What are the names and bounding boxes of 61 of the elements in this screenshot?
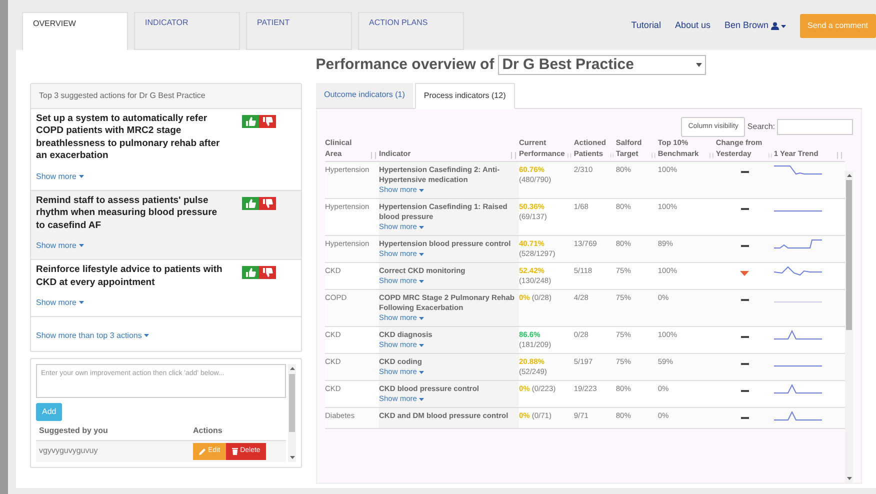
trash-icon (232, 448, 238, 455)
show-more-link[interactable]: Show more (36, 298, 84, 307)
search-label: Search: (747, 120, 775, 133)
page-title: Performance overview of (316, 55, 494, 75)
thumbs-down-icon[interactable] (259, 196, 276, 210)
caret-icon (78, 174, 84, 178)
thumbs-up-icon[interactable] (242, 266, 259, 279)
caret-icon (419, 252, 424, 256)
caret-icon (78, 244, 84, 248)
scroll-up-icon[interactable] (290, 367, 294, 370)
caret-icon (696, 63, 702, 68)
caret-icon (419, 316, 424, 320)
trend-sparkline (774, 411, 822, 421)
scroll-down-icon[interactable] (846, 477, 852, 480)
caret-icon (144, 334, 150, 338)
show-more-link[interactable]: Show more (36, 241, 84, 250)
pencil-icon (199, 448, 206, 455)
nav-tab[interactable]: PATIENT (246, 12, 352, 50)
caret-icon (419, 188, 424, 192)
trend-sparkline (774, 239, 822, 249)
caret-icon (419, 370, 424, 374)
caret-icon (78, 301, 84, 304)
user-menu[interactable]: Ben Brown (724, 19, 786, 33)
action-text: Reinforce lifestyle advice to patients with CKD at every appointment (36, 264, 224, 289)
column-header: Actions (193, 425, 224, 437)
column-header: Suggested by you (39, 425, 109, 437)
practice-select[interactable]: Dr G Best Practice (498, 55, 706, 76)
trend-sparkline (774, 210, 822, 212)
show-more-link[interactable]: Show more than top 3 actions (36, 331, 150, 340)
nav-link[interactable]: About us (674, 19, 710, 33)
table-cell-text: vgyvyguvyguvuy (39, 445, 99, 458)
trend-sparkline (774, 165, 822, 175)
scroll-up-icon[interactable] (846, 174, 852, 177)
nav-tab[interactable]: OVERVIEW (22, 12, 128, 50)
indicator-tab[interactable]: Outcome indicators (1) (316, 82, 413, 108)
thumbs-up-icon[interactable] (242, 196, 259, 210)
trend-sparkline (774, 330, 822, 340)
select-value: Dr G Best Practice (502, 55, 634, 75)
caret-icon (419, 280, 424, 283)
search-field[interactable] (777, 118, 853, 135)
thumbs-down-icon[interactable] (259, 114, 276, 128)
thumbs-up-icon[interactable] (242, 114, 259, 128)
caret-icon (419, 226, 424, 229)
caret-icon (419, 344, 424, 347)
indicator-tab[interactable]: Process indicators (12) (414, 82, 515, 108)
trend-sparkline (774, 384, 822, 394)
user-icon (770, 22, 779, 30)
action-text: Set up a system to automatically refer COPD patients with MRC2 stage breathlessness to pulmonary rehab after an exacerbation (36, 112, 221, 162)
caret-icon (419, 398, 424, 401)
action-text: Remind staff to assess patients' pulse rhythm when measuring blood pressure to casefind AF (36, 194, 218, 232)
nav-link[interactable]: Tutorial (631, 19, 661, 33)
nav-tab[interactable]: INDICATOR (134, 12, 240, 50)
thumbs-down-icon[interactable] (259, 266, 276, 279)
trend-sparkline (774, 266, 822, 276)
caret-icon (780, 24, 786, 28)
show-more-link[interactable]: Show more (36, 172, 84, 180)
scroll-down-icon[interactable] (290, 456, 294, 458)
trend-sparkline (774, 301, 822, 303)
nav-tab[interactable]: ACTION PLANS (358, 12, 464, 50)
panel-heading: Top 3 suggested actions for Dr G Best Practice (31, 84, 301, 108)
trend-sparkline (774, 365, 822, 367)
